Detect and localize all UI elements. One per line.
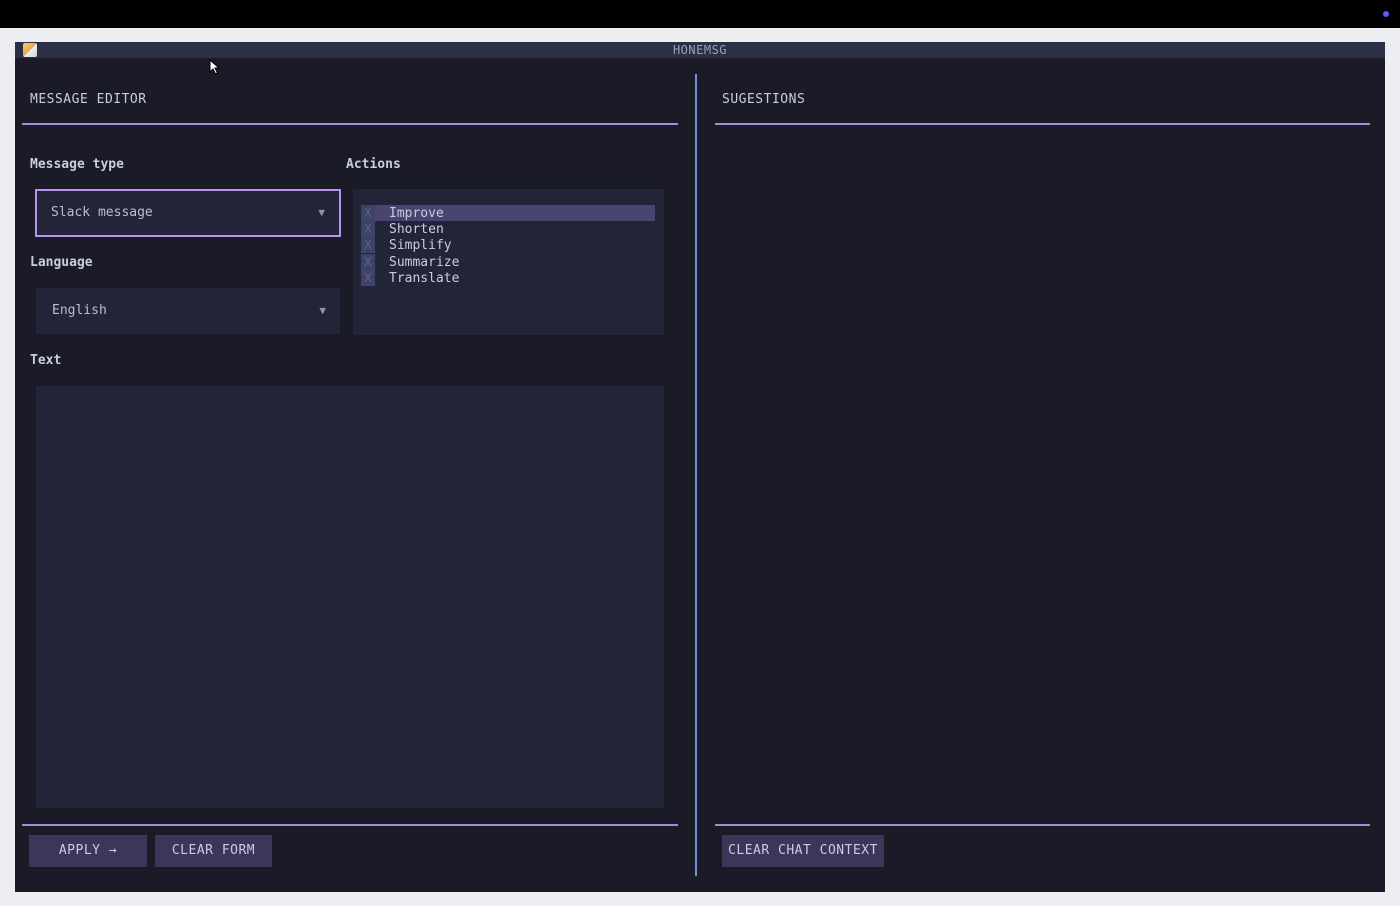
mouse-pointer-icon [209,59,221,75]
actions-label: Actions [346,157,401,172]
action-item-summarize[interactable]: X Summarize [361,254,655,270]
action-label: Summarize [389,255,460,270]
system-top-bar [0,0,1400,28]
message-type-select[interactable]: Slack message ▼ [35,189,341,237]
editor-header-divider [22,123,678,125]
suggestions-header-divider [715,123,1370,125]
checkbox-icon[interactable]: X [361,221,375,237]
action-item-translate[interactable]: X Translate [361,270,655,286]
clear-chat-context-button[interactable]: CLEAR CHAT CONTEXT [722,835,884,867]
language-label: Language [30,255,93,270]
action-label: Shorten [389,222,444,237]
action-label: Simplify [389,238,452,253]
notepad-icon [23,43,37,57]
actions-list: X Improve X Shorten X Simplify X Summarize X… [353,189,664,335]
message-text-area[interactable] [36,386,664,808]
checkbox-icon[interactable]: X [361,254,375,270]
clear-form-button[interactable]: CLEAR FORM [155,835,272,867]
action-label: Translate [389,271,460,286]
apply-button[interactable]: APPLY → [29,835,147,867]
suggestions-footer-divider [715,824,1370,826]
window-title: HONEMSG [672,43,728,57]
action-item-shorten[interactable]: X Shorten [361,221,655,237]
triangle-down-icon: ▼ [319,304,326,317]
action-label: Improve [389,206,444,221]
message-editor-title: MESSAGE EDITOR [30,92,147,107]
action-item-improve[interactable]: X Improve [361,205,655,221]
checkbox-icon[interactable]: X [361,270,375,286]
language-value: English [52,303,107,318]
checkbox-icon[interactable]: X [361,237,375,253]
triangle-down-icon: ▼ [318,206,325,219]
suggestions-title: SUGESTIONS [722,92,806,107]
message-type-label: Message type [30,157,124,172]
action-item-simplify[interactable]: X Simplify [361,237,655,253]
app-window: HONEMSG MESSAGE EDITOR Message type Slac… [15,42,1385,892]
panel-divider [695,74,697,876]
language-select[interactable]: English ▼ [36,288,340,334]
suggestions-content [715,128,1370,818]
message-type-value: Slack message [51,205,153,220]
window-titlebar: HONEMSG [15,42,1385,58]
checkbox-icon[interactable]: X [361,205,375,221]
editor-footer-divider [22,824,678,826]
text-label: Text [30,353,62,368]
status-dot-icon [1383,11,1389,17]
